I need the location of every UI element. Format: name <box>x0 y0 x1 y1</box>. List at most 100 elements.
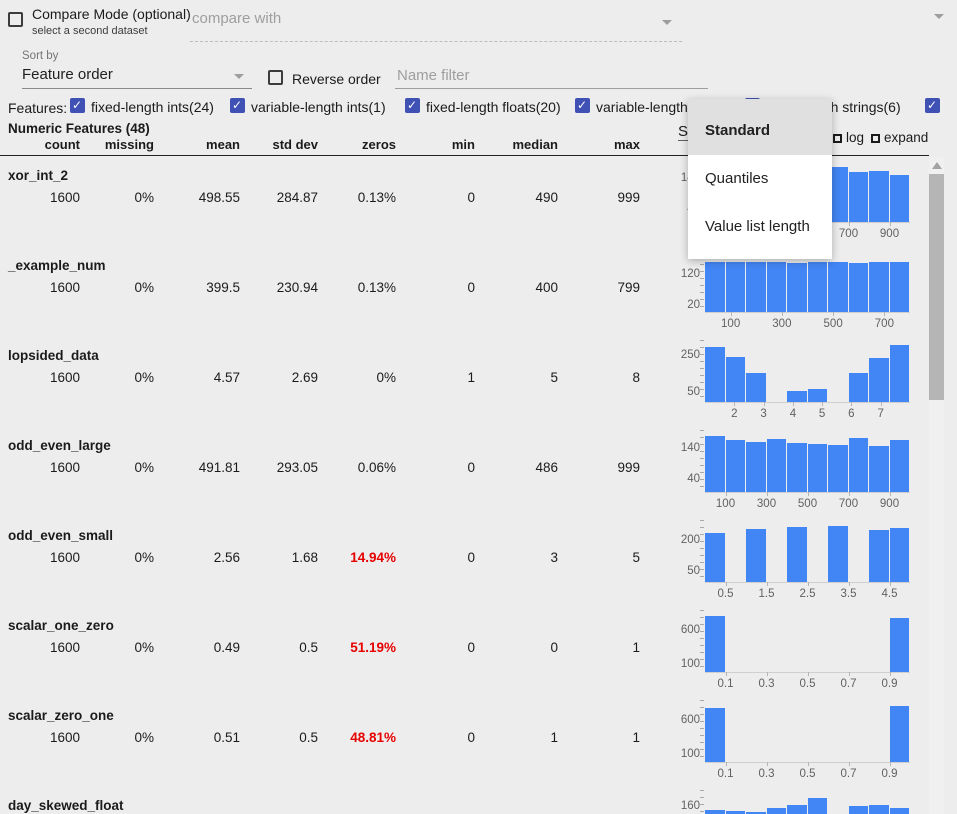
stat-min: 0 <box>396 730 475 745</box>
feature-type-checkbox[interactable] <box>925 98 940 113</box>
histogram-bar[interactable] <box>726 357 746 402</box>
histogram-bar[interactable] <box>869 171 889 222</box>
histogram-bar[interactable] <box>869 530 889 582</box>
feature-histogram[interactable]: 160 <box>655 786 935 814</box>
histogram-bar[interactable] <box>869 446 889 492</box>
histogram-bar[interactable] <box>767 439 787 492</box>
histogram-bar[interactable] <box>869 358 889 402</box>
histogram-bar[interactable] <box>890 706 910 762</box>
feature-type-checkbox[interactable] <box>575 98 590 113</box>
menu-item-quantiles[interactable]: Quantiles <box>688 155 832 203</box>
reverse-order-checkbox[interactable] <box>268 70 283 85</box>
feature-name: scalar_zero_one <box>8 708 114 723</box>
histogram-bar[interactable] <box>767 262 787 312</box>
histogram-bar[interactable] <box>787 263 807 312</box>
facets-overview: Compare Mode (optional) select a second … <box>0 0 957 814</box>
stat-min: 0 <box>396 550 475 565</box>
histogram-bar[interactable] <box>746 373 766 402</box>
histogram-bar[interactable] <box>849 263 869 312</box>
histogram-bar[interactable] <box>890 262 910 312</box>
histogram-bar[interactable] <box>726 262 746 312</box>
histogram-bar[interactable] <box>705 533 725 582</box>
histogram-bar[interactable] <box>849 806 869 814</box>
feature-histogram[interactable]: 12020 100300500700 <box>655 246 935 336</box>
histogram-bar[interactable] <box>890 528 910 582</box>
x-tick-mark <box>734 402 735 406</box>
y-tick-label: 160 <box>681 800 700 812</box>
feature-type-checkbox[interactable] <box>405 98 420 113</box>
histogram-bar[interactable] <box>746 442 766 492</box>
stat-stddev: 2.69 <box>240 370 318 385</box>
x-tick-mark <box>726 492 727 496</box>
histogram-bar[interactable] <box>705 347 725 402</box>
x-tick-label: 0.3 <box>759 678 775 690</box>
feature-type-checkbox[interactable] <box>70 98 85 113</box>
histogram-y-axis: 14040 <box>655 426 700 496</box>
compare-with-select[interactable]: compare with <box>190 6 682 42</box>
feature-histogram[interactable]: 600100 0.10.30.50.70.9 <box>655 606 935 696</box>
compare-mode-checkbox[interactable] <box>8 12 23 27</box>
histogram-bar[interactable] <box>767 808 787 814</box>
histogram-bar[interactable] <box>705 708 725 762</box>
histogram-bar[interactable] <box>705 810 725 814</box>
histogram-bar[interactable] <box>726 440 746 492</box>
scrollbar-thumb[interactable] <box>929 174 944 400</box>
histogram-bar[interactable] <box>849 172 869 222</box>
histogram-bar[interactable] <box>787 805 807 814</box>
histogram-bar[interactable] <box>705 436 725 492</box>
histogram-bar[interactable] <box>849 438 869 492</box>
histogram-bar[interactable] <box>705 262 725 312</box>
histogram-bar[interactable] <box>849 373 869 402</box>
histogram-bar[interactable] <box>746 262 766 312</box>
feature-type-checkbox[interactable] <box>230 98 245 113</box>
histogram-bar[interactable] <box>890 440 910 492</box>
histogram-bar[interactable] <box>705 616 725 672</box>
y-tick-label: 600 <box>681 714 700 726</box>
feature-histogram[interactable]: 14040 100300500700900 <box>655 426 935 516</box>
expand-checkbox[interactable] <box>871 134 880 143</box>
histogram-bar[interactable] <box>787 391 807 402</box>
y-axis-ticks <box>700 250 704 312</box>
histogram-bar[interactable] <box>828 445 848 492</box>
stat-max: 1 <box>558 640 640 655</box>
histogram-bar[interactable] <box>787 527 807 582</box>
chevron-down-icon[interactable] <box>934 14 944 19</box>
histogram-bar[interactable] <box>808 262 828 312</box>
feature-histogram[interactable]: 600100 0.10.30.50.70.9 <box>655 696 935 786</box>
feature-name: odd_even_small <box>8 528 113 543</box>
histogram-bar[interactable] <box>808 798 828 814</box>
histogram-bar[interactable] <box>869 805 889 814</box>
histogram-bar[interactable] <box>869 262 889 312</box>
histogram-bar[interactable] <box>890 808 910 814</box>
x-tick-label: 0.5 <box>800 768 816 780</box>
feature-histogram[interactable]: 20050 0.51.52.53.54.5 <box>655 516 935 606</box>
menu-item-standard[interactable]: Standard <box>688 107 832 155</box>
feature-row: odd_even_large 1600 0% 491.81 293.05 0.0… <box>0 426 957 516</box>
histogram-bar[interactable] <box>890 618 910 672</box>
x-tick-label: 0.1 <box>718 768 734 780</box>
histogram-bar[interactable] <box>828 262 848 312</box>
histogram-bar[interactable] <box>787 443 807 492</box>
sort-order-select[interactable]: Feature order <box>22 64 252 89</box>
scroll-up-icon[interactable] <box>932 162 942 169</box>
x-tick-mark <box>849 582 850 586</box>
histogram-bar[interactable] <box>746 529 766 582</box>
x-tick-mark <box>726 672 727 676</box>
menu-item-value-list-length[interactable]: Value list length <box>688 203 832 251</box>
x-tick-label: 900 <box>880 228 899 240</box>
stat-max: 1 <box>558 730 640 745</box>
log-checkbox[interactable] <box>833 134 842 143</box>
histogram-bar[interactable] <box>808 444 828 492</box>
x-tick-mark <box>726 762 727 766</box>
feature-stats: 1600 0% 491.81 293.05 0.06% 0 486 999 <box>0 460 640 475</box>
x-tick-mark <box>764 402 765 406</box>
histogram-bar[interactable] <box>808 389 828 402</box>
feature-histogram[interactable]: 25050 234567 <box>655 336 935 426</box>
name-filter-input[interactable]: Name filter <box>395 64 708 89</box>
histogram-bar[interactable] <box>890 175 910 222</box>
histogram-x-axis: 100300500700 <box>705 318 910 332</box>
compare-mode-sublabel: select a second dataset <box>32 25 148 37</box>
histogram-bar[interactable] <box>890 345 910 402</box>
histogram-bar[interactable] <box>828 526 848 582</box>
x-tick-label: 2.5 <box>800 588 816 600</box>
